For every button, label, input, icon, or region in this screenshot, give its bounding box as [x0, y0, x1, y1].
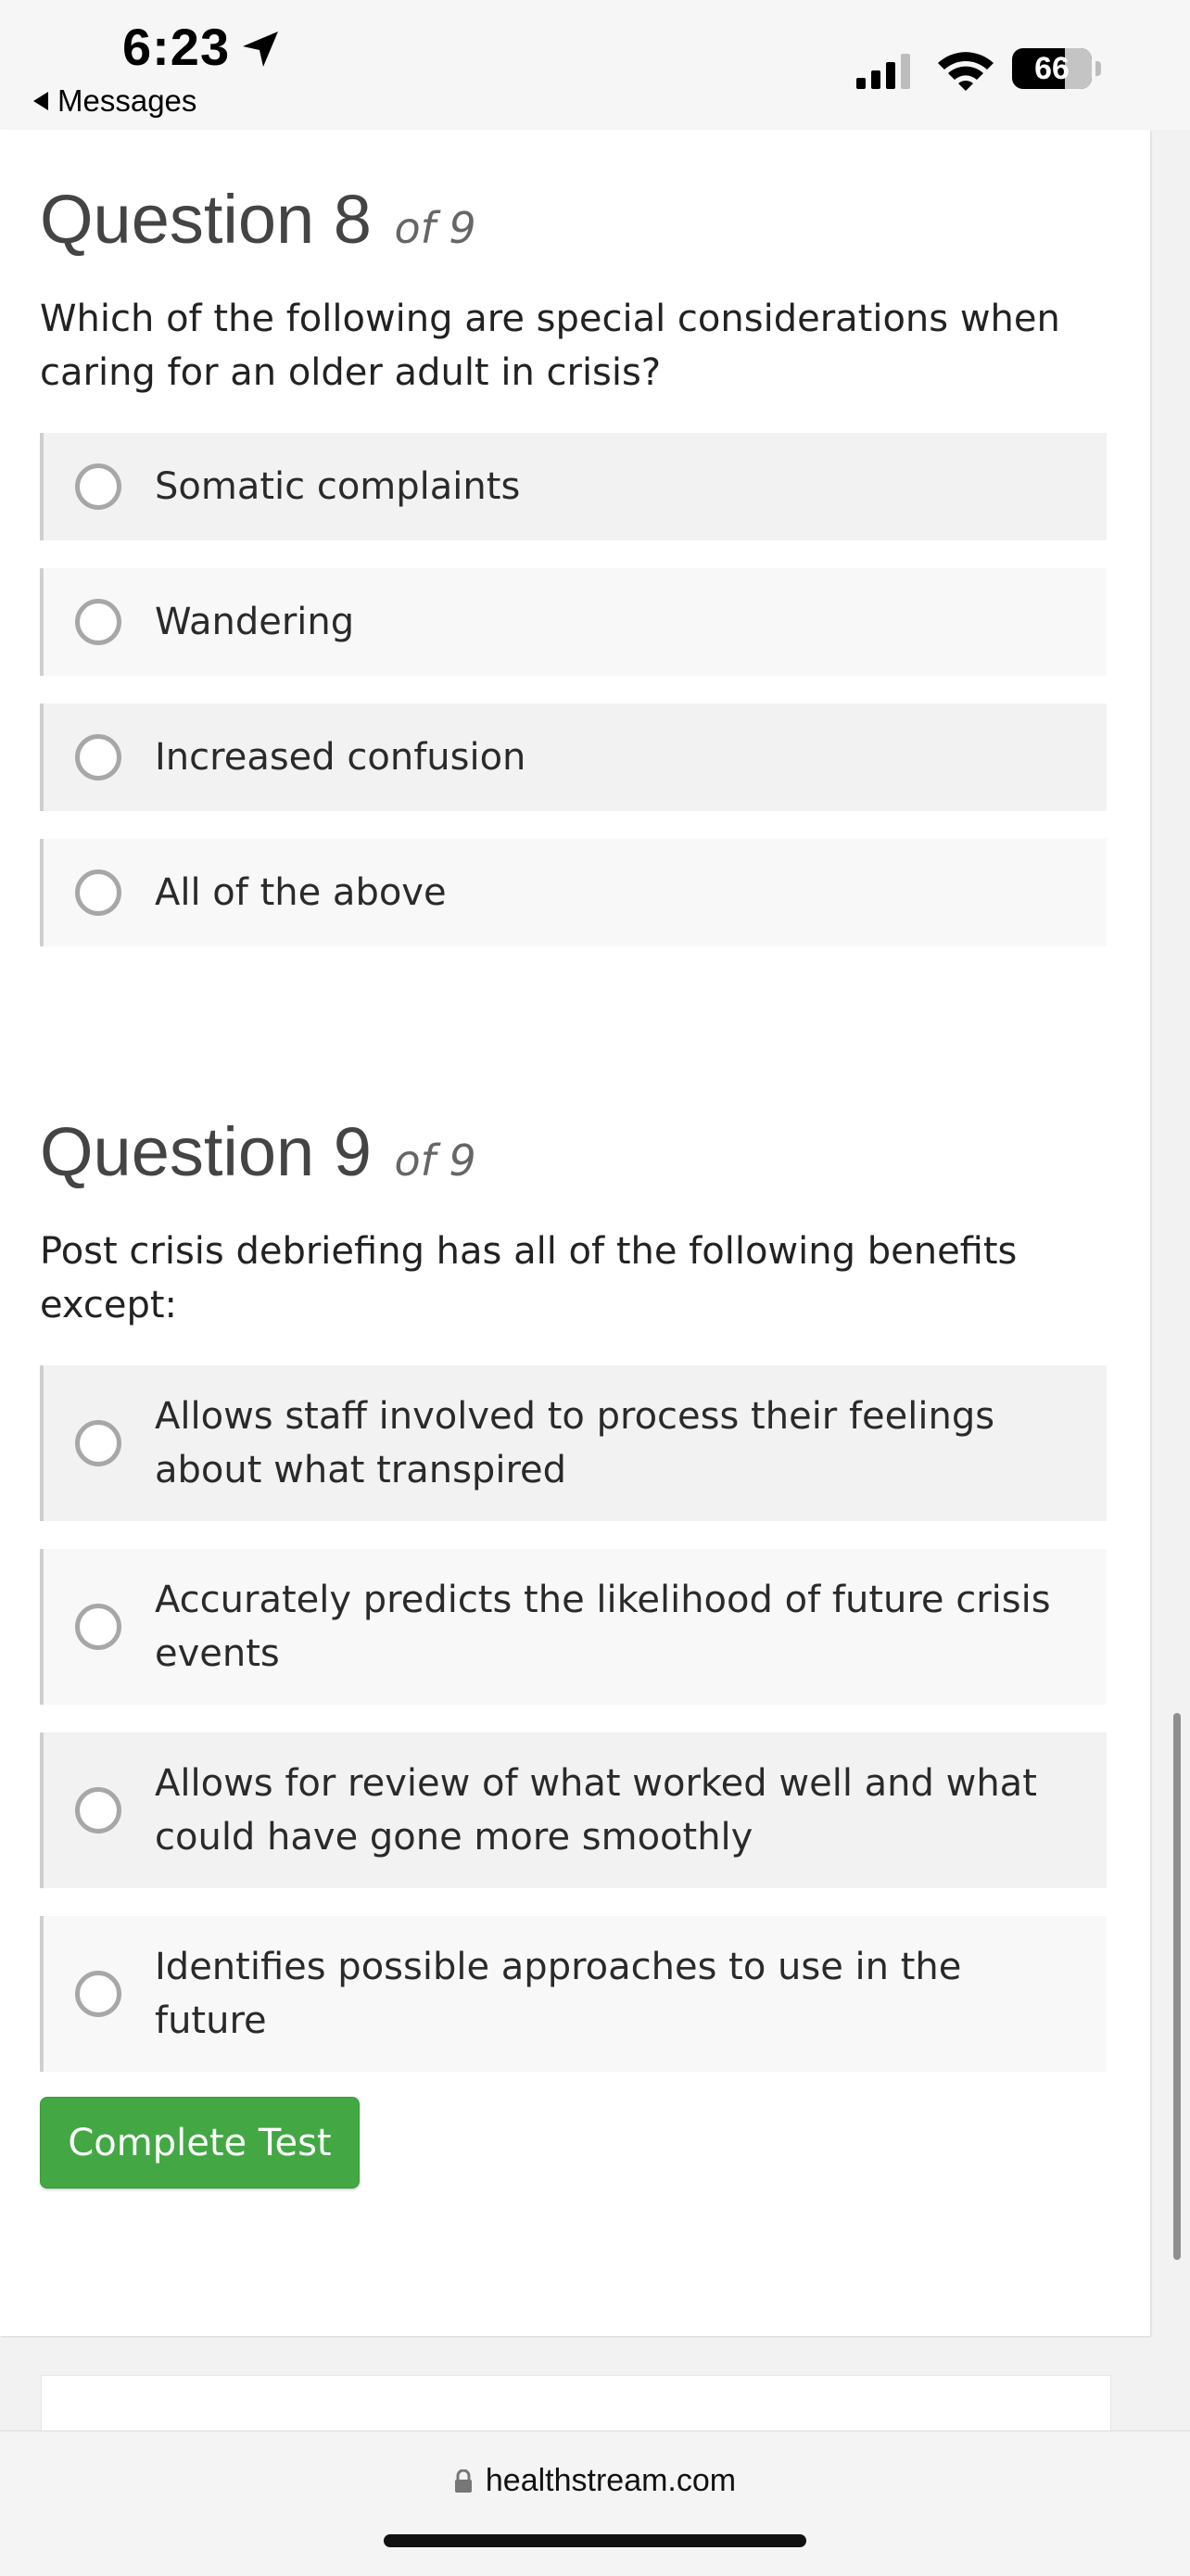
radio-button[interactable]	[75, 463, 121, 510]
radio-button[interactable]	[75, 1420, 121, 1466]
battery-icon: 66	[1012, 48, 1092, 89]
answer-options: Allows staff involved to process their f…	[40, 1365, 1110, 2072]
home-indicator[interactable]	[384, 2534, 806, 2547]
question-total: of 9	[394, 203, 476, 253]
answer-option[interactable]: Allows staff involved to process their f…	[40, 1365, 1107, 1521]
url-display[interactable]: healthstream.com	[0, 2463, 1190, 2499]
radio-button[interactable]	[75, 1604, 121, 1650]
url-text: healthstream.com	[485, 2463, 737, 2498]
question-text: Post crisis debriefing has all of the fo…	[40, 1230, 1018, 1326]
answer-label: All of the above	[155, 871, 447, 914]
answer-option[interactable]: Somatic complaints	[40, 433, 1107, 540]
answer-option[interactable]: Identifies possible approaches to use in…	[40, 1916, 1107, 2072]
scrollbar[interactable]	[1173, 1713, 1181, 2260]
question-9: Question 9 of 9 Post crisis debriefing h…	[40, 1110, 1110, 2072]
battery-percent: 66	[1034, 51, 1070, 86]
answer-option[interactable]: Increased confusion	[40, 704, 1107, 811]
radio-button[interactable]	[75, 869, 121, 916]
answer-label: Increased confusion	[155, 736, 526, 779]
question-8: Question 8 of 9 Which of the following a…	[40, 178, 1110, 946]
radio-button[interactable]	[75, 1971, 121, 2017]
answer-label: Accurately predicts the likelihood of fu…	[155, 1579, 1051, 1675]
location-arrow-icon	[243, 32, 278, 67]
back-to-messages-link[interactable]: Messages	[33, 83, 196, 119]
answer-label: Allows for review of what worked well an…	[155, 1762, 1037, 1859]
lock-icon	[454, 2468, 472, 2493]
question-total: of 9	[394, 1136, 476, 1186]
answer-option[interactable]: Allows for review of what worked well an…	[40, 1732, 1107, 1888]
answer-label: Wandering	[155, 601, 355, 643]
answer-label: Identifies possible approaches to use in…	[155, 1946, 962, 2042]
cellular-signal-icon	[856, 54, 910, 89]
wifi-icon	[938, 52, 994, 91]
complete-test-button[interactable]: Complete Test	[40, 2097, 360, 2189]
answer-option[interactable]: Accurately predicts the likelihood of fu…	[40, 1549, 1107, 1705]
question-heading: Question 9 of 9	[40, 1110, 1110, 1202]
answer-option[interactable]: Wandering	[40, 568, 1107, 676]
answer-option[interactable]: All of the above	[40, 839, 1107, 946]
answer-label: Somatic complaints	[155, 465, 521, 508]
browser-address-bar[interactable]: healthstream.com	[0, 2430, 1190, 2576]
answer-label: Allows staff involved to process their f…	[155, 1395, 995, 1491]
question-number: Question 9	[40, 1113, 372, 1190]
battery-nub	[1095, 61, 1101, 76]
test-card: Question 8 of 9 Which of the following a…	[0, 130, 1150, 2336]
radio-button[interactable]	[75, 599, 121, 645]
radio-button[interactable]	[75, 1787, 121, 1834]
back-link-label: Messages	[57, 83, 197, 118]
clock: 6:23	[122, 18, 231, 76]
question-text: Which of the following are special consi…	[40, 298, 1060, 394]
radio-button[interactable]	[75, 734, 121, 780]
question-heading: Question 8 of 9	[40, 178, 1110, 270]
back-arrow-icon	[33, 92, 48, 110]
status-bar: 6:23 Messages 66	[0, 0, 1190, 130]
answer-options: Somatic complaints Wandering Increased c…	[40, 433, 1110, 946]
question-number: Question 8	[40, 181, 372, 258]
